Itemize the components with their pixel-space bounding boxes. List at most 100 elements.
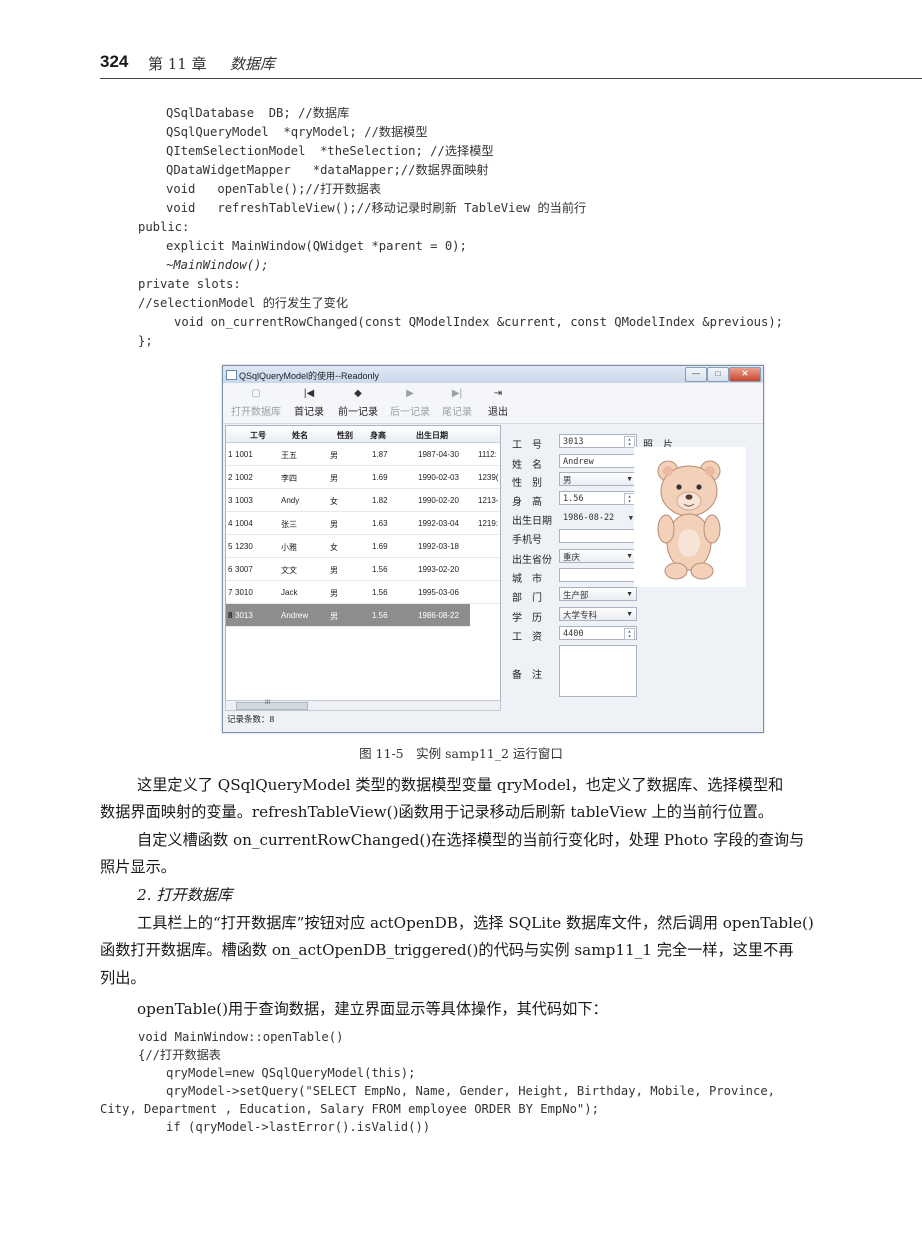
code-line: QItemSelectionModel *theSelection; //选择模…: [166, 144, 494, 158]
paragraph-line: 工具栏上的“打开数据库”按钮对应 actOpenDB，选择 SQLite 数据库…: [137, 914, 814, 932]
column-header[interactable]: 身高: [370, 430, 386, 441]
horizontal-scrollbar[interactable]: III: [225, 700, 501, 711]
gender-combobox[interactable]: 男 ▼: [559, 472, 637, 486]
scrollbar-thumb[interactable]: III: [236, 700, 308, 710]
label-height: 身 高: [512, 497, 542, 508]
label-salary: 工 资: [512, 632, 542, 643]
dept-combobox[interactable]: 生产部 ▼: [559, 587, 637, 601]
close-button[interactable]: ✕: [729, 367, 761, 382]
code-line: QSqlQueryModel *qryModel; //数据模型: [166, 125, 428, 139]
status-bar-record-count: 记录条数：8: [227, 714, 275, 724]
label-empno: 工 号: [512, 440, 542, 451]
height-spinbox[interactable]: 1.56 ▴ ▾: [559, 491, 637, 505]
province-combobox[interactable]: 重庆 ▼: [559, 549, 637, 563]
code-line: public:: [138, 220, 190, 234]
table-row[interactable]: 4 1004 张三 男 1.63 1992-03-04 1219:: [226, 512, 500, 535]
paragraph-line: openTable()用于查询数据，建立界面显示等具体操作，其代码如下：: [137, 1000, 608, 1018]
paragraph-line: 照片显示。: [100, 858, 176, 876]
last-record-button[interactable]: ▶| 尾记录: [435, 385, 479, 421]
table-row[interactable]: 1 1001 王五 男 1.87 1987-04-30 1112:: [226, 443, 500, 466]
label-gender: 性 别: [512, 478, 542, 489]
first-record-icon: |◀: [303, 388, 315, 399]
section-heading: 2. 打开数据库: [137, 886, 233, 904]
code-line: qryModel=new QSqlQueryModel(this);: [166, 1066, 416, 1080]
column-header[interactable]: 姓名: [292, 430, 308, 441]
window-titlebar: QSqlQueryModel的使用--Readonly — □ ✕: [223, 366, 763, 383]
label-province: 出生省份: [512, 555, 552, 566]
paragraph-line: 自定义槽函数 on_currentRowChanged()在选择模型的当前行变化…: [137, 831, 805, 849]
mobile-field[interactable]: [559, 529, 637, 543]
paragraph-line: 列出。: [100, 969, 146, 987]
header-rule: [100, 78, 922, 79]
table-row[interactable]: 2 1002 李四 男 1.69 1990-02-03 1239(: [226, 466, 500, 489]
edu-combobox[interactable]: 大学专科 ▼: [559, 607, 637, 621]
birthday-date-edit[interactable]: 1986-08-22 ▼: [559, 510, 637, 524]
prev-record-icon: ◆: [354, 388, 362, 399]
paragraph-line: 函数打开数据库。槽函数 on_actOpenDB_triggered()的代码与…: [100, 941, 794, 959]
memo-textarea[interactable]: [559, 645, 637, 697]
chapter-number: 第 11 章: [148, 55, 207, 73]
minimize-button[interactable]: —: [685, 367, 707, 382]
paragraph-line: 数据界面映射的变量。refreshTableView()函数用于记录移动后刷新 …: [100, 803, 774, 821]
code-line: void MainWindow::openTable(): [138, 1030, 344, 1044]
chevron-down-icon: ▼: [626, 611, 633, 618]
chevron-down-icon: ▼: [626, 591, 633, 598]
page-number: 324: [100, 52, 129, 71]
teddy-bear-icon: [657, 460, 721, 580]
chevron-down-icon: ▼: [626, 553, 633, 560]
app-icon: [226, 370, 237, 380]
name-field[interactable]: Andrew: [559, 454, 637, 468]
table-view[interactable]: 工号 姓名 性别 身高 出生日期 1 1001 王五 男 1.87 1987-0…: [225, 425, 501, 710]
code-line: qryModel->setQuery("SELECT EmpNo, Name, …: [166, 1084, 776, 1098]
city-field[interactable]: [559, 568, 637, 582]
exit-icon: ⇥: [493, 388, 503, 399]
code-line: QSqlDatabase DB; //数据库: [166, 106, 350, 120]
spin-arrows-icon[interactable]: ▴ ▾: [624, 628, 635, 640]
code-line: //selectionModel 的行发生了变化: [138, 296, 349, 310]
toolbar: ▢ 打开数据库 |◀ 首记录 ◆ 前一记录 ▶ 后一记录 ▶| 尾记录 ⇥ 退出: [223, 383, 763, 424]
empno-spinbox[interactable]: 3013 ▴ ▾: [559, 434, 637, 448]
photo-display: [634, 447, 746, 587]
label-city: 城 市: [512, 574, 542, 585]
column-header[interactable]: 性别: [337, 430, 353, 441]
next-record-button[interactable]: ▶ 后一记录: [385, 385, 435, 421]
table-row[interactable]: 7 3010 Jack 男 1.56 1995-03-06: [226, 581, 500, 604]
table-header: 工号 姓名 性别 身高 出生日期: [226, 426, 500, 443]
table-row[interactable]: 3 1003 Andy 女 1.82 1990-02-20 1213-: [226, 489, 500, 512]
code-line: private slots:: [138, 277, 241, 291]
prev-record-button[interactable]: ◆ 前一记录: [333, 385, 383, 421]
next-record-icon: ▶: [406, 388, 414, 399]
code-line: if (qryModel->lastError().isValid()): [166, 1120, 431, 1134]
code-line: };: [138, 334, 153, 348]
page-header: 324 第 11 章 数据库: [100, 52, 922, 80]
label-birthday: 出生日期: [512, 516, 552, 527]
chevron-down-icon: ▼: [626, 476, 633, 483]
app-window-screenshot: QSqlQueryModel的使用--Readonly — □ ✕ ▢ 打开数据…: [222, 365, 764, 733]
code-line: {//打开数据表: [138, 1048, 221, 1062]
paragraph-line: 这里定义了 QSqlQueryModel 类型的数据模型变量 qryModel，…: [137, 776, 784, 794]
window-title: QSqlQueryModel的使用--Readonly: [239, 371, 380, 381]
table-row[interactable]: 6 3007 文文 男 1.56 1993-02-20: [226, 558, 500, 581]
column-header[interactable]: 工号: [250, 430, 266, 441]
salary-spinbox[interactable]: 4400 ▴ ▾: [559, 626, 637, 640]
code-line: void on_currentRowChanged(const QModelIn…: [174, 315, 784, 329]
code-line: void openTable();//打开数据表: [166, 182, 382, 196]
open-db-icon: ▢: [251, 388, 261, 399]
label-memo: 备 注: [512, 670, 542, 681]
chapter-title: 数据库: [230, 55, 276, 73]
first-record-button[interactable]: |◀ 首记录: [285, 385, 333, 421]
label-mobile: 手机号: [512, 535, 542, 546]
figure-caption: 图 11-5 实例 samp11_2 运行窗口: [359, 746, 563, 761]
chevron-down-icon: ▼: [628, 514, 633, 522]
label-edu: 学 历: [512, 613, 542, 624]
exit-button[interactable]: ⇥ 退出: [479, 385, 517, 421]
code-line: explicit MainWindow(QWidget *parent = 0)…: [166, 239, 467, 253]
code-line: void refreshTableView();//移动记录时刷新 TableV…: [166, 201, 587, 215]
last-record-icon: ▶|: [451, 388, 463, 399]
maximize-button[interactable]: □: [707, 367, 729, 382]
code-line: ~MainWindow();: [166, 258, 269, 272]
table-row[interactable]: 5 1230 小雅 女 1.69 1992-03-18: [226, 535, 500, 558]
open-db-button[interactable]: ▢ 打开数据库: [227, 385, 285, 421]
table-row-selected[interactable]: 8 3013 Andrew 男 1.56 1986-08-22: [226, 604, 470, 627]
column-header[interactable]: 出生日期: [416, 430, 448, 441]
